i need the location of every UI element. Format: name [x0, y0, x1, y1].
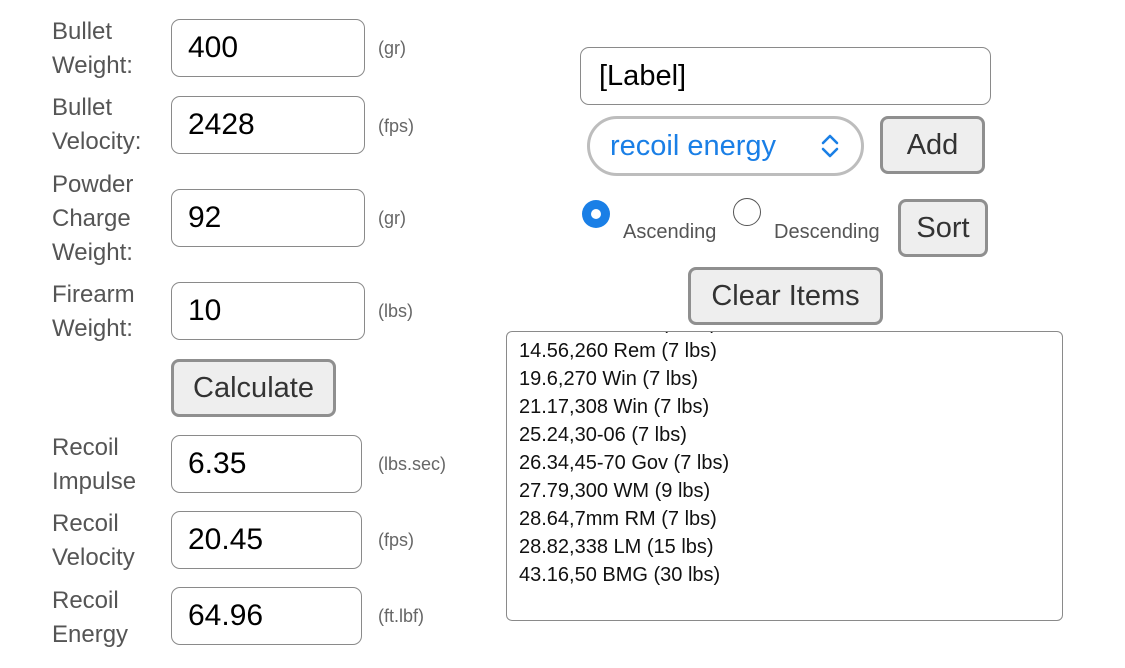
list-item[interactable]: 21.17,308 Win (7 lbs) — [519, 393, 729, 421]
firearm-weight-unit: (lbs) — [378, 301, 413, 321]
recoil-impulse-output[interactable] — [171, 435, 362, 493]
recoil-velocity-unit: (fps) — [378, 530, 414, 550]
recoil-energy-unit: (ft.lbf) — [378, 606, 425, 626]
powder-charge-weight-unit: (gr) — [378, 208, 406, 228]
list-item[interactable]: 27.79,300 WM (9 lbs) — [519, 477, 729, 505]
list-item[interactable]: 28.64,7mm RM (7 lbs) — [519, 505, 729, 533]
list-item[interactable]: 14.56,260 Rem (7 lbs) — [519, 337, 729, 365]
items-list-content: 14.56,260 Rem (7 lbs) 19.6,270 Win (7 lbs… — [519, 337, 729, 589]
ascending-radio[interactable] — [582, 200, 610, 228]
bullet-velocity-label: Bullet Velocity: — [52, 94, 142, 155]
bullet-velocity-unit: (fps) — [378, 116, 414, 136]
list-item[interactable]: 25.24,30-06 (7 lbs) — [519, 421, 729, 449]
recoil-impulse-unit: (lbs.sec) — [378, 454, 447, 474]
list-item[interactable]: 19.6,270 Win (7 lbs) — [519, 365, 729, 393]
sort-button[interactable]: Sort — [898, 199, 988, 257]
bullet-velocity-input[interactable] — [171, 96, 365, 154]
bullet-weight-input[interactable] — [171, 19, 365, 77]
items-list[interactable]: 14.56,260 Rem (7 lbs) 14.56,260 Rem (7 l… — [506, 331, 1063, 621]
firearm-weight-input[interactable] — [171, 282, 365, 340]
up-down-chevron-icon — [821, 134, 839, 158]
descending-label: Descending — [774, 221, 880, 243]
powder-charge-weight-label: Powder Charge Weight: — [52, 171, 134, 266]
bullet-weight-unit: (gr) — [378, 38, 406, 58]
list-item[interactable]: 43.16,50 BMG (30 lbs) — [519, 561, 729, 589]
bullet-weight-label: Bullet Weight: — [52, 18, 133, 79]
recoil-energy-label: Recoil Energy — [52, 587, 129, 648]
list-item[interactable]: 26.34,45-70 Gov (7 lbs) — [519, 449, 729, 477]
recoil-impulse-label: Recoil Impulse — [52, 434, 137, 495]
powder-charge-weight-input[interactable] — [171, 189, 365, 247]
recoil-energy-output[interactable] — [171, 587, 362, 645]
ascending-label: Ascending — [623, 221, 717, 243]
recoil-velocity-output[interactable] — [171, 511, 362, 569]
firearm-weight-label: Firearm Weight: — [52, 281, 135, 342]
metric-select[interactable]: recoil energy — [587, 116, 864, 176]
metric-select-value: recoil energy — [610, 129, 777, 162]
clear-items-button[interactable]: Clear Items — [688, 267, 883, 325]
add-button[interactable]: Add — [880, 116, 985, 174]
recoil-velocity-label: Recoil Velocity — [52, 510, 135, 571]
descending-radio[interactable] — [733, 198, 761, 226]
item-label-input[interactable] — [580, 47, 991, 105]
calculate-button[interactable]: Calculate — [171, 359, 336, 417]
list-item[interactable]: 28.82,338 LM (15 lbs) — [519, 533, 729, 561]
